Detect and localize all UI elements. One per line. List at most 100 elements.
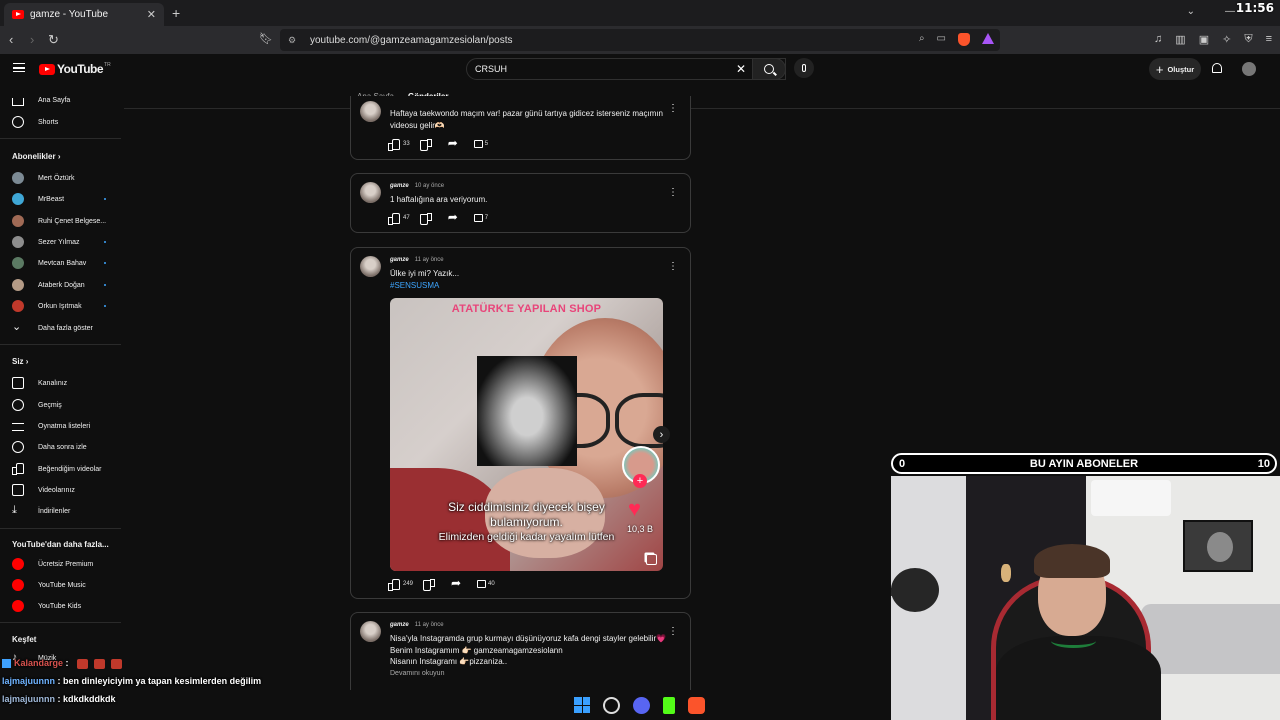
obs-icon[interactable] bbox=[603, 696, 620, 714]
post-text-line: Ülke iyi mi? Yazık... bbox=[390, 269, 460, 278]
sidebar-item-downloads[interactable]: ⤓ İndirilenler bbox=[12, 501, 122, 521]
brave-shield-icon[interactable] bbox=[958, 33, 970, 46]
author-avatar[interactable] bbox=[360, 182, 381, 203]
subscriptions-heading[interactable]: Abonelikler › bbox=[12, 152, 60, 161]
sidebar-item-kids[interactable]: YouTube Kids bbox=[12, 596, 122, 616]
next-image-button[interactable]: › bbox=[653, 426, 670, 443]
clock: 11:56 bbox=[1235, 1, 1274, 15]
dislike-icon[interactable] bbox=[419, 213, 432, 225]
clear-search-icon[interactable]: ✕ bbox=[736, 62, 746, 76]
sidebar-item-music[interactable]: YouTube Music bbox=[12, 575, 122, 595]
channel-icon bbox=[12, 377, 24, 389]
author-avatar[interactable] bbox=[360, 621, 381, 642]
share-icon[interactable] bbox=[448, 210, 460, 224]
sidebar-item-playlists[interactable]: Oynatma listeleri bbox=[12, 416, 122, 436]
sidebar-item-label: Beğendiğim videolar bbox=[38, 465, 102, 473]
create-button[interactable]: + Oluştur bbox=[1149, 58, 1201, 80]
close-tab-icon[interactable]: ✕ bbox=[147, 8, 156, 21]
account-avatar[interactable] bbox=[1242, 62, 1256, 76]
like-icon[interactable] bbox=[388, 139, 400, 151]
sidebar-item-subscription[interactable]: Orkun Işıtmak bbox=[12, 296, 122, 316]
cast-icon[interactable]: ▭ bbox=[937, 33, 946, 46]
menu-icon[interactable]: ≡ bbox=[1266, 33, 1272, 46]
share-icon[interactable] bbox=[448, 136, 460, 150]
sidebar-item-shorts[interactable]: Shorts bbox=[12, 112, 122, 132]
comment-icon[interactable] bbox=[477, 580, 487, 588]
sidebar-item-subscription[interactable]: Ataberk Doğan bbox=[12, 275, 122, 295]
chat-text: kdkdkddkdk bbox=[63, 694, 116, 704]
like-icon[interactable] bbox=[388, 579, 400, 591]
chevron-down-icon[interactable]: ⌄ bbox=[1187, 6, 1195, 17]
vpn-icon[interactable]: ⛨ bbox=[1244, 33, 1252, 46]
sidebar-item-subscription[interactable]: Ruhi Çenet Belgese... bbox=[12, 211, 122, 231]
youtube-music-icon bbox=[12, 579, 24, 591]
music-icon[interactable]: ♫ bbox=[1154, 33, 1162, 46]
browser-tab[interactable]: gamze - YouTube ✕ bbox=[4, 3, 164, 26]
notifications-bell-icon[interactable] bbox=[1212, 63, 1222, 73]
sidebar-item-subscription[interactable]: Mevtcan Bahav bbox=[12, 253, 122, 273]
youtube-logo[interactable]: YouTube TR bbox=[39, 62, 111, 76]
brave-browser-icon[interactable] bbox=[688, 696, 705, 714]
sidebar-item-subscription[interactable]: MrBeast bbox=[12, 189, 122, 209]
dislike-icon[interactable] bbox=[419, 139, 432, 151]
minimize-button[interactable]: — bbox=[1225, 6, 1235, 17]
post-author[interactable]: gamze 11 ay önce bbox=[390, 622, 444, 628]
new-content-dot bbox=[104, 262, 106, 264]
share-icon[interactable] bbox=[451, 576, 463, 590]
forward-icon[interactable]: › bbox=[30, 32, 34, 47]
new-tab-button[interactable]: + bbox=[172, 5, 180, 21]
read-more-link[interactable]: Devamını okuyun bbox=[390, 668, 680, 680]
sidebar-item-home[interactable]: Ana Sayfa bbox=[12, 90, 122, 110]
image-caption-top: ATATÜRK'E YAPILAN SHOP bbox=[451, 303, 602, 315]
you-heading[interactable]: Siz › bbox=[12, 357, 28, 366]
back-icon[interactable]: ‹ bbox=[9, 32, 13, 47]
hashtag-link[interactable]: #SENSUSMA bbox=[390, 280, 680, 292]
sidebar-item-subscription[interactable]: Mert Öztürk bbox=[12, 168, 122, 188]
sidebar-item-watch-later[interactable]: Daha sonra izle bbox=[12, 437, 122, 457]
watch-later-icon bbox=[12, 441, 24, 453]
reload-icon[interactable]: ↻ bbox=[48, 32, 59, 48]
history-icon bbox=[12, 399, 24, 411]
site-info-icon[interactable]: ⚙︎ bbox=[288, 35, 298, 46]
show-more-button[interactable]: ⌄ Daha fazla göster bbox=[12, 318, 122, 338]
kick-icon[interactable] bbox=[663, 696, 675, 714]
comment-icon[interactable] bbox=[473, 140, 483, 148]
sidebar-item-label: Geçmiş bbox=[38, 401, 62, 409]
author-avatar[interactable] bbox=[360, 101, 381, 122]
sidebar-item-subscription[interactable]: Sezer Yılmaz bbox=[12, 232, 122, 252]
sidebar-icon[interactable]: ▥ bbox=[1175, 33, 1185, 46]
voice-search-button[interactable] bbox=[794, 58, 814, 78]
image-caption-line: Elimizden geldiği kadar yayalım lütfen bbox=[438, 531, 615, 543]
like-icon[interactable] bbox=[388, 213, 400, 225]
author-name: gamze bbox=[390, 622, 409, 628]
post-image[interactable]: ATATÜRK'E YAPILAN SHOP + ♥ 10,3 B Siz ci… bbox=[390, 298, 663, 571]
webcam-sofa bbox=[1141, 604, 1280, 674]
post-author[interactable]: gamze 11 ay önce bbox=[390, 257, 444, 263]
sidebar-item-history[interactable]: Geçmiş bbox=[12, 395, 122, 415]
zoom-icon[interactable]: ⌕ bbox=[919, 33, 925, 46]
post-author[interactable]: gamze 10 ay önce bbox=[390, 183, 444, 189]
emote-icon bbox=[111, 658, 123, 669]
windows-start-icon[interactable] bbox=[574, 697, 590, 713]
comment-icon[interactable] bbox=[473, 214, 483, 222]
leo-icon[interactable]: ✧ bbox=[1222, 33, 1231, 46]
like-count: 249 bbox=[403, 581, 414, 587]
you-title: Siz bbox=[12, 357, 24, 366]
search-button[interactable] bbox=[752, 58, 786, 80]
explore-title: Keşfet bbox=[12, 635, 37, 644]
discord-icon[interactable] bbox=[633, 696, 650, 714]
hamburger-menu-icon[interactable] bbox=[13, 63, 25, 72]
address-bar[interactable]: ⚙︎ youtube.com/@gamzeamagamzesiolan/post… bbox=[280, 29, 1000, 51]
sidebar-item-your-videos[interactable]: Videolarınız bbox=[12, 480, 122, 500]
explore-heading: Keşfet bbox=[12, 635, 36, 644]
dislike-icon[interactable] bbox=[423, 579, 436, 591]
sidebar-item-premium[interactable]: Ücretsiz Premium bbox=[12, 554, 122, 574]
more-options-icon[interactable] bbox=[668, 103, 678, 115]
brave-rewards-icon[interactable] bbox=[982, 33, 994, 44]
wallet-icon[interactable]: ▣ bbox=[1199, 33, 1209, 46]
avatar bbox=[12, 193, 24, 205]
author-avatar[interactable] bbox=[360, 256, 381, 277]
bookmark-icon[interactable]: 🔖︎ bbox=[259, 32, 273, 45]
sidebar-item-your-channel[interactable]: Kanalınız bbox=[12, 373, 122, 393]
sidebar-item-liked-videos[interactable]: Beğendiğim videolar bbox=[12, 459, 122, 479]
